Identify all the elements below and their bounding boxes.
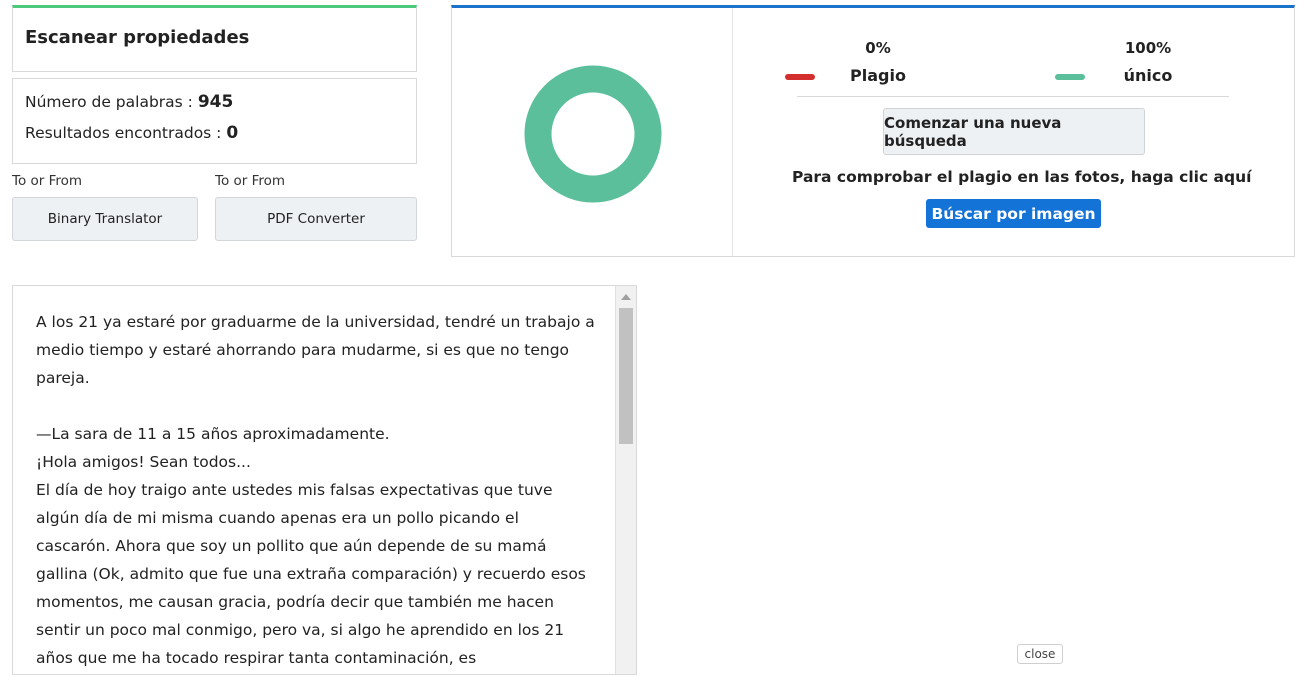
- panel-divider: [732, 8, 733, 256]
- plagiarism-legend-swatch: [785, 74, 815, 80]
- stats-card: Número de palabras : 945 Resultados enco…: [12, 78, 417, 164]
- scan-properties-title: Escanear propiedades: [25, 27, 250, 48]
- text-paragraph: —La sara de 11 a 15 años aproximadamente…: [36, 425, 390, 443]
- scroll-up-arrow-icon[interactable]: [621, 294, 631, 300]
- results-found-stat: Resultados encontrados : 0: [25, 123, 238, 143]
- binary-translator-button[interactable]: Binary Translator: [12, 197, 198, 241]
- uniqueness-donut-chart: [524, 65, 662, 203]
- pdf-converter-button[interactable]: PDF Converter: [215, 197, 417, 241]
- plagiarism-legend-label: Plagio: [850, 66, 906, 85]
- plagiarism-percent: 0%: [865, 39, 891, 57]
- text-input-area[interactable]: A los 21 ya estaré por graduarme de la u…: [12, 285, 637, 675]
- unique-percent: 100%: [1124, 39, 1172, 57]
- results-panel: 0% Plagio 100% único Comenzar una nueva …: [451, 5, 1295, 257]
- new-search-button[interactable]: Comenzar una nueva búsqueda: [883, 108, 1145, 155]
- image-search-button[interactable]: Búscar por imagen: [926, 199, 1101, 228]
- text-paragraph: A los 21 ya estaré por graduarme de la u…: [36, 313, 595, 387]
- legend-divider: [797, 96, 1229, 97]
- close-button[interactable]: close: [1017, 644, 1063, 664]
- scrollbar-thumb[interactable]: [619, 308, 633, 444]
- word-count-label: Número de palabras :: [25, 93, 193, 111]
- text-blank-line: [36, 392, 596, 420]
- word-count-value: 945: [197, 92, 234, 112]
- results-found-label: Resultados encontrados :: [25, 124, 222, 142]
- text-scrollbar[interactable]: [615, 286, 636, 674]
- pdf-converter-caption: To or From: [215, 173, 286, 189]
- binary-translator-caption: To or From: [12, 173, 83, 189]
- text-content[interactable]: A los 21 ya estaré por graduarme de la u…: [36, 308, 596, 672]
- donut-unique-segment: [524, 65, 662, 203]
- results-found-value: 0: [226, 123, 239, 143]
- photo-plagiarism-hint[interactable]: Para comprobar el plagio en las fotos, h…: [792, 168, 1251, 186]
- scan-properties-card: Escanear propiedades: [12, 5, 417, 72]
- word-count-stat: Número de palabras : 945: [25, 92, 233, 112]
- unique-legend-swatch: [1055, 74, 1085, 80]
- text-paragraph: ¡Hola amigos! Sean todos...: [36, 453, 251, 471]
- text-paragraph: El día de hoy traigo ante ustedes mis fa…: [36, 481, 586, 667]
- unique-legend-label: único: [1123, 66, 1173, 85]
